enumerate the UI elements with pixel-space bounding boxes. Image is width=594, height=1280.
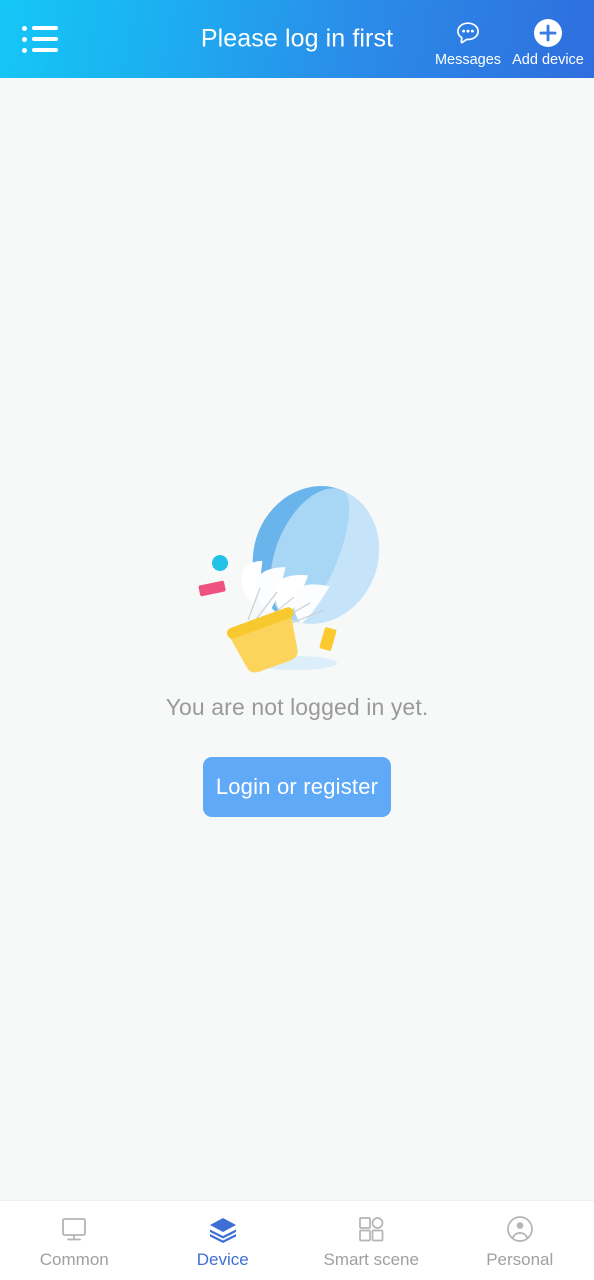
bottom-navigation: Common Device Smart scene Personal xyxy=(0,1200,594,1280)
add-device-button[interactable]: Add device xyxy=(510,10,586,68)
layers-icon xyxy=(208,1212,238,1246)
menu-bullet-icon xyxy=(22,25,27,31)
hot-air-balloon-illustration xyxy=(182,460,412,680)
menu-row xyxy=(22,36,62,42)
nav-label-device: Device xyxy=(196,1249,249,1269)
nav-item-common[interactable]: Common xyxy=(0,1201,149,1280)
add-device-label: Add device xyxy=(512,52,584,69)
menu-row xyxy=(22,47,62,53)
confetti-circle xyxy=(212,555,228,571)
menu-line xyxy=(32,48,58,52)
menu-row xyxy=(22,25,62,31)
empty-state: You are not logged in yet. Login or regi… xyxy=(0,460,594,817)
grid-scene-icon xyxy=(356,1212,386,1246)
person-circle-icon xyxy=(505,1212,535,1246)
nav-item-personal[interactable]: Personal xyxy=(446,1201,594,1280)
empty-state-message: You are not logged in yet. xyxy=(165,694,429,720)
login-or-register-button[interactable]: Login or register xyxy=(203,757,391,817)
monitor-icon xyxy=(59,1212,89,1246)
main-content: You are not logged in yet. Login or regi… xyxy=(0,78,594,1200)
nav-label-smart-scene: Smart scene xyxy=(323,1249,419,1269)
nav-item-smart-scene[interactable]: Smart scene xyxy=(297,1201,446,1280)
menu-line xyxy=(32,26,58,30)
nav-item-device[interactable]: Device xyxy=(149,1201,298,1280)
confetti-yellow xyxy=(319,627,337,651)
menu-bullet-icon xyxy=(22,47,27,53)
menu-line xyxy=(32,37,58,41)
nav-label-personal: Personal xyxy=(486,1249,554,1269)
app-header: Please log in first Messages Add device xyxy=(0,0,594,78)
messages-button[interactable]: Messages xyxy=(430,10,506,68)
header-actions: Messages Add device xyxy=(430,0,586,78)
menu-bullet-icon xyxy=(22,36,27,42)
nav-label-common: Common xyxy=(39,1249,109,1269)
list-menu-icon[interactable] xyxy=(18,19,62,59)
message-bubble-icon xyxy=(452,16,484,50)
plus-circle-icon xyxy=(532,16,564,50)
messages-label: Messages xyxy=(434,52,502,69)
confetti-pink xyxy=(198,580,226,597)
